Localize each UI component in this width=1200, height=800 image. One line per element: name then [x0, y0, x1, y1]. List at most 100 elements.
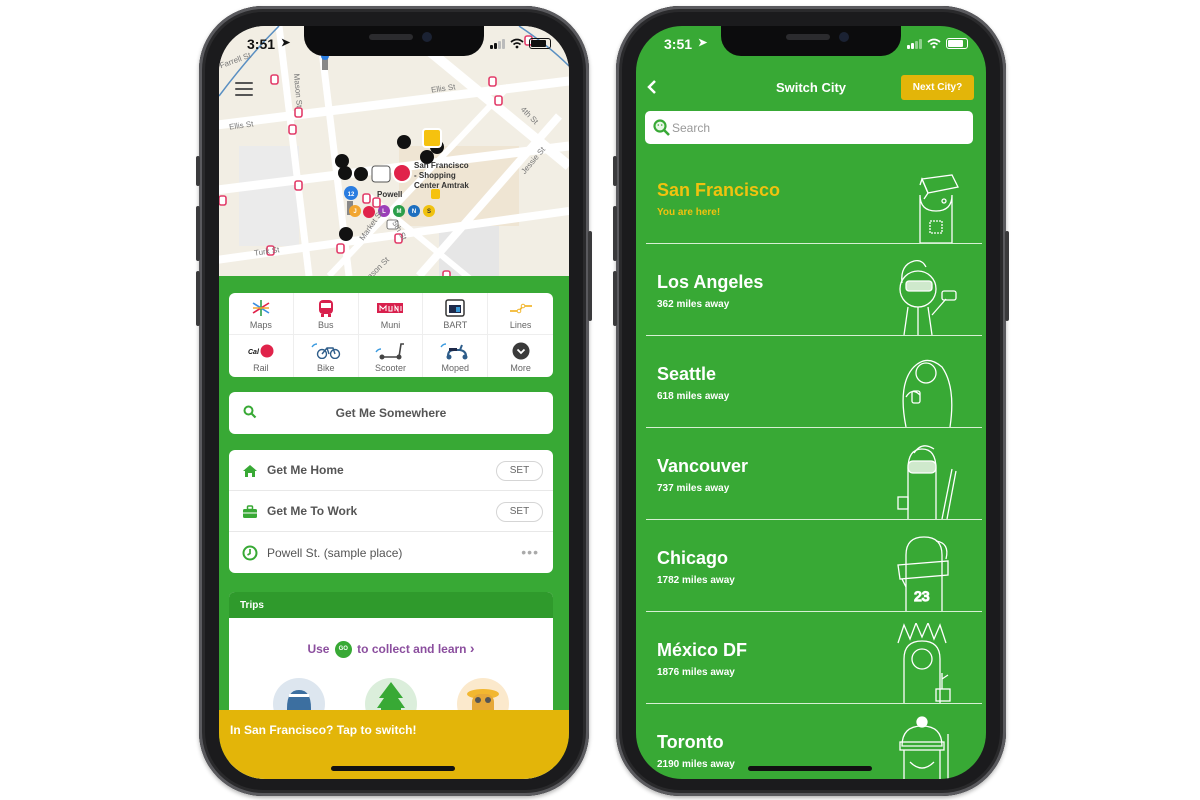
city-name: San Francisco	[657, 180, 781, 200]
home-indicator[interactable]	[748, 766, 872, 771]
mode-bike[interactable]: Bike	[294, 335, 359, 377]
scarf-character-illustration: 23	[897, 536, 949, 611]
mode-bart[interactable]: BART	[423, 293, 489, 335]
mode-label: Rail	[253, 363, 269, 373]
briefcase-icon	[243, 505, 257, 518]
hockey-character-illustration	[899, 716, 949, 779]
chevron-down-icon	[512, 342, 530, 360]
get-me-home-label: Get Me Home	[267, 463, 344, 477]
bart-icon	[445, 299, 466, 317]
svg-text:S: S	[427, 209, 431, 215]
get-me-to-work-row[interactable]: Get Me To Work SET	[229, 491, 553, 532]
shortcuts-card: Get Me Home SET Get Me To Work SET Powel…	[229, 450, 553, 573]
city-subtitle: 362 miles away	[657, 299, 730, 310]
menu-button[interactable]	[235, 82, 253, 96]
city-subtitle: 1876 miles away	[657, 667, 735, 678]
set-home-button[interactable]: SET	[496, 461, 543, 481]
city-subtitle: 1782 miles away	[657, 575, 735, 586]
status-bar: 3:51 ➤	[636, 36, 986, 56]
status-bar: 3:51 ➤	[219, 36, 569, 56]
volume-up-button	[613, 206, 617, 261]
search-icon	[243, 405, 257, 419]
mode-rail[interactable]: Cal Rail	[229, 335, 294, 377]
mode-moped[interactable]: Moped	[423, 335, 489, 377]
recent-place-row[interactable]: Powell St. (sample place) •••	[229, 532, 553, 573]
collect-and-learn-link[interactable]: Use GO to collect and learn ›	[229, 640, 553, 659]
next-city-button[interactable]: Next City?	[901, 75, 974, 100]
muni-icon	[377, 303, 404, 313]
transit-modes-grid: Maps Bus Muni BART Lines Cal Rail Bike S…	[229, 293, 553, 377]
svg-text:J: J	[353, 209, 356, 215]
city-row-chicago[interactable]: Chicago 1782 miles away 23	[646, 521, 982, 612]
sasquatch-illustration	[902, 359, 953, 427]
signal-icon	[907, 38, 922, 49]
city-row-san-francisco[interactable]: San Francisco You are here!	[646, 153, 982, 244]
silent-switch	[613, 156, 617, 186]
search-icon	[653, 119, 670, 136]
city-name: Chicago	[657, 548, 729, 568]
mode-muni[interactable]: Muni	[358, 293, 424, 335]
bus-icon	[318, 299, 333, 317]
collect-prefix: Use	[307, 642, 330, 656]
mode-more[interactable]: More	[488, 335, 553, 377]
switch-city-banner-text: In San Francisco? Tap to switch!	[230, 723, 417, 737]
selfie-girl-illustration	[899, 259, 957, 335]
more-options-icon[interactable]: •••	[521, 544, 539, 560]
status-time: 3:51	[664, 36, 693, 52]
city-row-los-angeles[interactable]: Los Angeles 362 miles away	[646, 245, 982, 336]
mode-scooter[interactable]: Scooter	[359, 335, 424, 377]
skier-illustration	[897, 445, 957, 519]
get-me-somewhere-button[interactable]: Get Me Somewhere	[229, 392, 553, 434]
svg-text:12: 12	[348, 192, 355, 198]
mode-label: Moped	[441, 363, 470, 373]
subway-map-icon	[252, 300, 270, 316]
city-name: Toronto	[657, 732, 724, 752]
silent-switch	[196, 156, 200, 186]
city-row-seattle[interactable]: Seattle 618 miles away	[646, 337, 982, 428]
mode-label: Muni	[380, 320, 401, 330]
battery-icon	[529, 38, 551, 49]
location-arrow-icon: ➤	[698, 37, 708, 49]
city-row-vancouver[interactable]: Vancouver 737 miles away	[646, 429, 982, 520]
city-search-field[interactable]	[645, 111, 973, 144]
volume-down-button	[613, 271, 617, 326]
collect-suffix: to collect and learn	[357, 642, 467, 656]
wifi-icon	[927, 38, 941, 49]
trips-header: Trips	[229, 592, 553, 618]
city-subtitle: 618 miles away	[657, 391, 730, 402]
caltrain-icon: Cal	[248, 344, 274, 358]
poi-amtrak[interactable]: San Francisco - Shopping Center Amtrak	[414, 161, 472, 191]
city-row-mexico-df[interactable]: México DF 1876 miles away	[646, 613, 982, 704]
get-me-home-row[interactable]: Get Me Home SET	[229, 450, 553, 491]
home-indicator[interactable]	[331, 766, 455, 771]
clipper-card-illustration	[919, 174, 959, 243]
phone-right: 3:51 ➤ Switch City Next City? San Franci…	[613, 6, 1009, 796]
mode-label: Scooter	[374, 363, 406, 373]
svg-text:23: 23	[914, 588, 930, 604]
city-name: Los Angeles	[657, 272, 764, 292]
location-arrow-icon: ➤	[281, 37, 291, 49]
go-badge: GO	[334, 641, 352, 659]
mode-label: BART	[443, 320, 468, 330]
headdress-character-illustration	[897, 623, 951, 703]
mode-maps[interactable]: Maps	[229, 293, 294, 335]
city-subtitle: 737 miles away	[657, 483, 730, 494]
set-work-button[interactable]: SET	[496, 502, 543, 522]
mode-lines[interactable]: Lines	[488, 293, 553, 335]
poi-powell[interactable]: Powell	[377, 190, 402, 200]
mode-label: Lines	[509, 320, 532, 330]
get-me-to-work-label: Get Me To Work	[267, 504, 358, 518]
city-search-input[interactable]	[672, 111, 962, 144]
bike-icon	[311, 343, 340, 359]
scooter-icon	[375, 343, 405, 360]
map-streets: 12J L MNS	[219, 26, 569, 276]
recent-place-label: Powell St. (sample place)	[267, 545, 403, 560]
clock-icon	[242, 545, 258, 561]
mode-bus[interactable]: Bus	[293, 293, 359, 335]
lines-icon	[509, 303, 532, 314]
phone-left: 3:51 ➤ 12 J L M N S Farrell St Mason St …	[196, 6, 592, 796]
transit-map[interactable]: 12 J L MNS Farrell St Mason St Ellis St El…	[219, 26, 569, 276]
signal-icon	[490, 38, 505, 49]
mode-label: Bus	[317, 320, 334, 330]
city-name: Vancouver	[657, 456, 749, 476]
